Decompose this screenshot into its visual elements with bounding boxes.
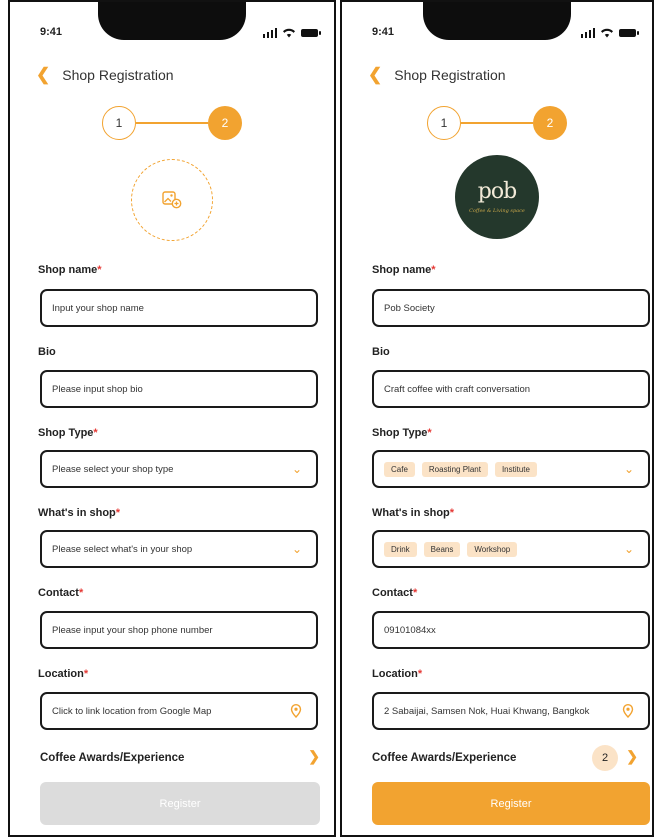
chevron-down-icon: ⌄ bbox=[291, 462, 302, 476]
coffee-awards-row[interactable]: Coffee Awards/Experience 2 ❯ bbox=[372, 745, 638, 771]
signal-icon bbox=[580, 28, 595, 38]
location-pin-icon bbox=[290, 704, 302, 718]
battery-icon bbox=[619, 29, 639, 37]
chevron-down-icon: ⌄ bbox=[623, 542, 634, 556]
whats-in-shop-select[interactable]: Please select what's in your shop ⌄ bbox=[40, 530, 318, 568]
location-input[interactable]: 2 Sabaijai, Samsen Nok, Huai Khwang, Ban… bbox=[372, 692, 650, 730]
shop-type-select[interactable]: Cafe Roasting Plant Institute ⌄ bbox=[372, 450, 650, 488]
location-pin-icon bbox=[622, 704, 634, 718]
location-input[interactable]: Click to link location from Google Map bbox=[40, 692, 318, 730]
status-bar: 9:41 bbox=[372, 26, 639, 44]
stepper-line bbox=[461, 122, 533, 124]
chevron-down-icon: ⌄ bbox=[623, 462, 634, 476]
status-time: 9:41 bbox=[40, 26, 63, 38]
battery-icon bbox=[301, 29, 321, 37]
shop-name-label: Shop name* bbox=[38, 264, 102, 276]
contact-label: Contact* bbox=[38, 587, 84, 599]
back-chevron-icon[interactable]: ❮ bbox=[36, 66, 50, 83]
chevron-right-icon: ❯ bbox=[626, 748, 638, 764]
logo-mark: pob bbox=[477, 178, 517, 204]
whats-in-shop-chips: Drink Beans Workshop bbox=[384, 541, 518, 557]
whats-in-shop-label: What's in shop* bbox=[372, 507, 455, 519]
page-title: Shop Registration bbox=[394, 66, 506, 83]
whats-in-shop-label: What's in shop* bbox=[38, 507, 121, 519]
step-1[interactable]: 1 bbox=[427, 106, 461, 140]
step-2[interactable]: 2 bbox=[208, 106, 242, 140]
chip-cafe[interactable]: Cafe bbox=[384, 461, 415, 477]
wifi-icon bbox=[601, 28, 613, 38]
page-header: ❮ Shop Registration bbox=[368, 66, 506, 83]
whats-in-shop-select[interactable]: Drink Beans Workshop ⌄ bbox=[372, 530, 650, 568]
bio-input[interactable]: Craft coffee with craft conversation bbox=[372, 370, 650, 408]
chevron-down-icon: ⌄ bbox=[291, 542, 302, 556]
location-label: Location* bbox=[38, 668, 89, 680]
chip-beans[interactable]: Beans bbox=[423, 541, 461, 557]
shop-type-select[interactable]: Please select your shop type ⌄ bbox=[40, 450, 318, 488]
logo-tagline: Coffee & Living space bbox=[469, 207, 525, 214]
chip-institute[interactable]: Institute bbox=[494, 461, 537, 477]
shop-name-label: Shop name* bbox=[372, 264, 436, 276]
coffee-awards-label: Coffee Awards/Experience bbox=[372, 752, 517, 764]
shop-logo[interactable]: pob Coffee & Living space bbox=[455, 155, 539, 239]
chip-drink[interactable]: Drink bbox=[384, 541, 417, 557]
step-2[interactable]: 2 bbox=[533, 106, 567, 140]
chevron-right-icon: ❯ bbox=[308, 748, 320, 764]
coffee-awards-label: Coffee Awards/Experience bbox=[40, 752, 185, 764]
register-button[interactable]: Register bbox=[40, 782, 320, 825]
chip-workshop[interactable]: Workshop bbox=[467, 541, 518, 557]
bio-label: Bio bbox=[372, 346, 390, 358]
progress-stepper: 1 2 bbox=[102, 106, 242, 140]
add-image-icon bbox=[162, 191, 182, 209]
contact-input[interactable]: 09101084xx bbox=[372, 611, 650, 649]
page-header: ❮ Shop Registration bbox=[36, 66, 174, 83]
shop-name-input[interactable]: Pob Society bbox=[372, 289, 650, 327]
status-time: 9:41 bbox=[372, 26, 395, 38]
wifi-icon bbox=[283, 28, 295, 38]
bio-input[interactable]: Please input shop bio bbox=[40, 370, 318, 408]
signal-icon bbox=[262, 28, 277, 38]
contact-label: Contact* bbox=[372, 587, 418, 599]
progress-stepper: 1 2 bbox=[427, 106, 567, 140]
image-upload-button[interactable] bbox=[131, 159, 213, 241]
shop-type-label: Shop Type* bbox=[372, 427, 432, 439]
contact-input[interactable]: Please input your shop phone number bbox=[40, 611, 318, 649]
location-label: Location* bbox=[372, 668, 423, 680]
bio-label: Bio bbox=[38, 346, 56, 358]
stepper-line bbox=[136, 122, 208, 124]
status-bar: 9:41 bbox=[40, 26, 321, 44]
chip-roasting-plant[interactable]: Roasting Plant bbox=[421, 461, 488, 477]
shop-type-label: Shop Type* bbox=[38, 427, 98, 439]
back-chevron-icon[interactable]: ❮ bbox=[368, 66, 382, 83]
phone-screen-empty: 9:41 ❮ Shop Registration 1 2 Shop name* … bbox=[8, 0, 336, 837]
register-button[interactable]: Register bbox=[372, 782, 650, 825]
page-title: Shop Registration bbox=[62, 66, 174, 83]
phone-screen-filled: 9:41 ❮ Shop Registration 1 2 pob Coffee … bbox=[340, 0, 654, 837]
awards-count-badge: 2 bbox=[592, 745, 618, 771]
shop-type-chips: Cafe Roasting Plant Institute bbox=[384, 461, 537, 477]
shop-name-input[interactable]: Input your shop name bbox=[40, 289, 318, 327]
coffee-awards-row[interactable]: Coffee Awards/Experience ❯ bbox=[40, 748, 320, 768]
step-1[interactable]: 1 bbox=[102, 106, 136, 140]
